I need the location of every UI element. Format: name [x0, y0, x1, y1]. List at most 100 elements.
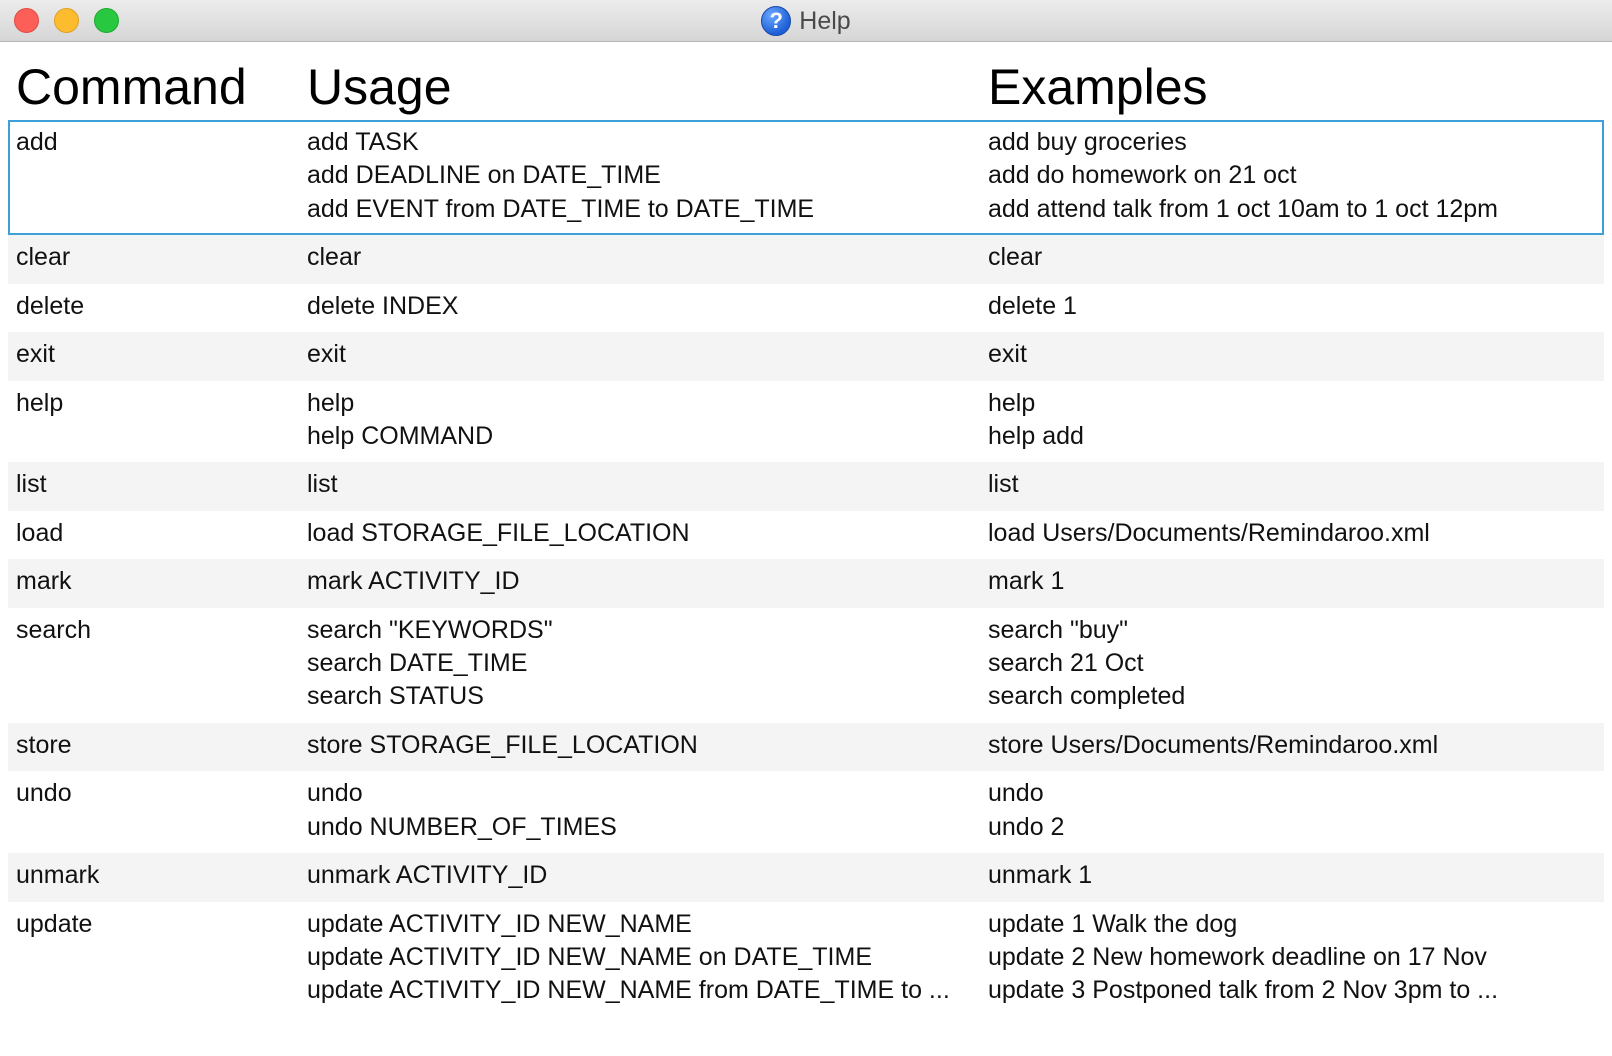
example-line: add buy groceries — [988, 128, 1187, 156]
command-text: delete — [16, 291, 85, 320]
header-examples: Examples — [988, 59, 1208, 115]
examples-cell: unmark 1 — [988, 853, 1092, 892]
example-line: exit — [988, 340, 1027, 369]
command-text: update — [16, 909, 93, 938]
usage-cell: undo undo NUMBER_OF_TIMES — [307, 771, 617, 844]
usage-line: clear — [307, 243, 362, 272]
examples-cell: list — [988, 462, 1019, 501]
table-row[interactable]: update update ACTIVITY_ID NEW_NAME update … — [8, 902, 1604, 1017]
example-line: search 21 Oct — [988, 649, 1144, 678]
table-row[interactable]: mark mark ACTIVITY_ID mark 1 — [8, 559, 1604, 608]
usage-line: undo NUMBER_OF_TIMES — [307, 812, 617, 841]
usage-cell: unmark ACTIVITY_ID — [307, 853, 547, 892]
examples-cell: add buy groceries add do homework on 21 o… — [988, 120, 1498, 226]
example-line: load Users/Documents/Remindaroo.xml — [988, 518, 1430, 547]
command-cell: help — [16, 381, 63, 420]
example-line: update 1 Walk the dog — [988, 909, 1238, 938]
header-command: Command — [16, 59, 247, 115]
command-cell: search — [16, 608, 91, 647]
usage-cell: delete INDEX — [307, 284, 458, 323]
table-row[interactable]: exit exit exit — [8, 332, 1604, 381]
usage-cell: list — [307, 462, 338, 501]
table-row[interactable]: add add TASK add DEADLINE on DATE_TIME add … — [8, 120, 1604, 236]
title-bar[interactable]: ? Help — [0, 0, 1612, 42]
example-line: delete 1 — [988, 291, 1077, 320]
examples-cell: undo undo 2 — [988, 771, 1064, 844]
examples-cell: clear — [988, 235, 1042, 274]
command-cell: delete — [16, 284, 84, 323]
usage-line: list — [307, 470, 338, 499]
example-line: search "buy" — [988, 615, 1129, 644]
examples-cell: search "buy" search 21 Oct search complete… — [988, 608, 1185, 714]
examples-cell: help help add — [988, 381, 1084, 454]
usage-line: undo — [307, 779, 363, 808]
help-table: Command Usage Examples add add TASK add DE… — [8, 50, 1604, 1017]
example-line: store Users/Documents/Remindaroo.xml — [988, 730, 1439, 759]
examples-cell: load Users/Documents/Remindaroo.xml — [988, 511, 1430, 550]
example-line: update 3 Postponed talk from 2 Nov 3pm t… — [988, 976, 1499, 1005]
usage-line: search DATE_TIME — [307, 649, 528, 678]
usage-cell: store STORAGE_FILE_LOCATION — [307, 723, 698, 762]
example-line: add do homework on 21 oct — [988, 161, 1297, 190]
usage-cell: mark ACTIVITY_ID — [307, 559, 520, 598]
command-cell: store — [16, 723, 72, 762]
command-cell: list — [16, 462, 47, 501]
command-cell: unmark — [16, 853, 99, 892]
example-line: unmark 1 — [988, 861, 1093, 890]
command-text: list — [16, 470, 47, 499]
example-line: update 2 New homework deadline on 17 Nov — [988, 943, 1487, 972]
usage-cell: help help COMMAND — [307, 381, 493, 454]
help-question-icon: ? — [761, 6, 792, 36]
command-text: undo — [16, 779, 72, 808]
command-cell: clear — [16, 235, 70, 274]
command-text: search — [16, 615, 92, 644]
usage-line: add TASK — [307, 128, 419, 156]
command-text: unmark — [16, 861, 100, 890]
table-row[interactable]: load load STORAGE_FILE_LOCATION load Users… — [8, 511, 1604, 560]
example-line: clear — [988, 243, 1043, 272]
table-row[interactable]: undo undo undo NUMBER_OF_TIMES undo undo 2 — [8, 771, 1604, 853]
command-text: mark — [16, 567, 72, 596]
command-text: store — [16, 730, 72, 759]
command-text: load — [16, 518, 64, 547]
command-cell: exit — [16, 332, 55, 371]
examples-cell: exit — [988, 332, 1027, 371]
command-text: add — [16, 128, 58, 156]
example-line: help — [988, 388, 1036, 417]
command-cell: load — [16, 511, 63, 550]
usage-line: help — [307, 388, 355, 417]
command-cell: mark — [16, 559, 72, 598]
command-text: help — [16, 388, 64, 417]
table-row[interactable]: clear clear clear — [8, 235, 1604, 284]
table-row[interactable]: list list list — [8, 462, 1604, 511]
example-line: help add — [988, 421, 1084, 450]
usage-cell: add TASK add DEADLINE on DATE_TIMEadd EVE… — [307, 120, 814, 226]
example-line: add attend talk from 1 oct 10am to 1 oct… — [988, 194, 1499, 223]
usage-line: update ACTIVITY_ID NEW_NAME — [307, 909, 692, 938]
example-line: list — [988, 470, 1019, 499]
table-row[interactable]: help help help COMMAND help help add — [8, 381, 1604, 463]
usage-cell: exit — [307, 332, 346, 371]
usage-line: help COMMAND — [307, 421, 494, 450]
examples-cell: mark 1 — [988, 559, 1064, 598]
command-text: clear — [16, 243, 71, 272]
usage-line: update ACTIVITY_ID NEW_NAME from DATE_TI… — [307, 976, 950, 1005]
usage-line: search "KEYWORDS" — [307, 615, 553, 644]
usage-line: search STATUS — [307, 682, 484, 711]
examples-cell: update 1 Walk the dog update 2 New homewo… — [988, 902, 1498, 1008]
table-body: add add TASK add DEADLINE on DATE_TIME add … — [8, 120, 1604, 1017]
table-row[interactable]: search search "KEYWORDS" search DATE_TIME s… — [8, 608, 1604, 723]
usage-cell: load STORAGE_FILE_LOCATION — [307, 511, 690, 550]
table-row[interactable]: store store STORAGE_FILE_LOCATION store Us… — [8, 722, 1604, 772]
usage-line: mark ACTIVITY_ID — [307, 567, 520, 596]
usage-cell: search "KEYWORDS" search DATE_TIMEsearch … — [307, 608, 553, 714]
table-row[interactable]: unmark unmark ACTIVITY_ID unmark 1 — [8, 853, 1604, 902]
header-usage: Usage — [307, 59, 452, 115]
title-group: ? Help — [0, 0, 1612, 42]
usage-line: add DEADLINE on DATE_TIME — [307, 161, 661, 190]
usage-line: add EVENT from DATE_TIME to DATE_TIME — [307, 194, 815, 223]
command-cell: undo — [16, 771, 72, 810]
table-row[interactable]: delete delete INDEX delete 1 — [8, 284, 1604, 333]
usage-line: exit — [307, 340, 346, 369]
command-cell: add — [16, 120, 58, 159]
